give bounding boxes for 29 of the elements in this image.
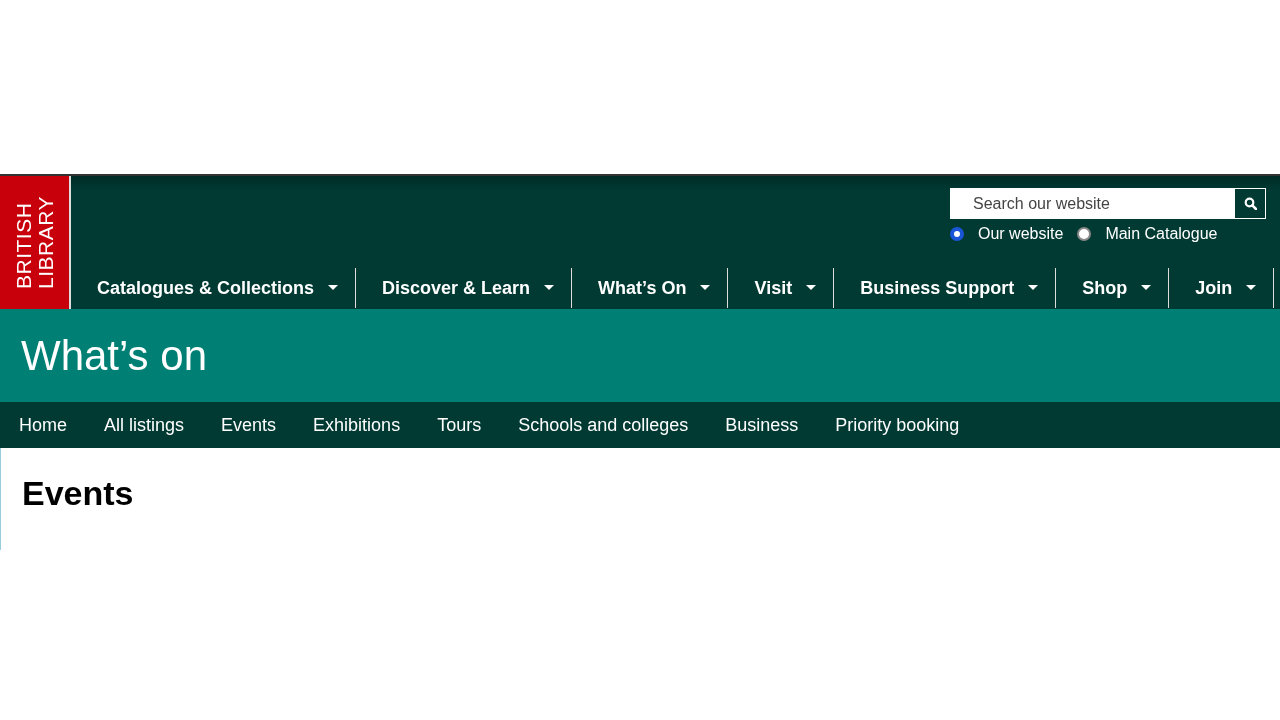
sub-nav-link[interactable]: Schools and colleges xyxy=(518,414,689,436)
caret-icon xyxy=(1141,285,1152,291)
sub-nav-link[interactable]: Events xyxy=(221,414,277,436)
sub-nav-link[interactable]: Business xyxy=(725,414,799,436)
page-heading: Events xyxy=(22,473,135,513)
nav-menu-item[interactable]: Visit xyxy=(728,268,835,308)
caret-icon xyxy=(1028,285,1039,291)
nav-menu-item[interactable]: Shop xyxy=(1056,268,1170,308)
sub-nav-link[interactable]: All listings xyxy=(104,414,185,436)
nav-menu-item[interactable]: Catalogues & Collections xyxy=(71,268,357,308)
caret-icon xyxy=(1246,285,1257,291)
sub-nav-link[interactable]: Priority booking xyxy=(835,414,960,436)
section-title: What’s on xyxy=(21,331,207,380)
caret-icon xyxy=(806,285,817,291)
caret-icon xyxy=(544,285,555,291)
nav-menu-item[interactable]: Join xyxy=(1169,268,1275,308)
radio-label[interactable]: Main Catalogue xyxy=(1105,225,1218,243)
caret-icon xyxy=(700,285,711,291)
radio-button[interactable] xyxy=(1077,227,1092,241)
sub-nav-link[interactable]: Home xyxy=(19,414,67,436)
radio-button[interactable] xyxy=(950,227,964,241)
logo[interactable]: BRITISH LIBRARY xyxy=(0,176,71,309)
sub-nav-link[interactable]: Tours xyxy=(437,414,482,436)
radio-label[interactable]: Our website xyxy=(978,225,1064,243)
caret-icon xyxy=(328,285,339,291)
sub-nav-link[interactable]: Exhibitions xyxy=(313,414,401,436)
nav-menu-item[interactable]: Discover & Learn xyxy=(356,268,573,308)
nav-menu-item[interactable]: Business Support xyxy=(834,268,1057,308)
nav-menu-item[interactable]: What’s On xyxy=(572,268,729,308)
